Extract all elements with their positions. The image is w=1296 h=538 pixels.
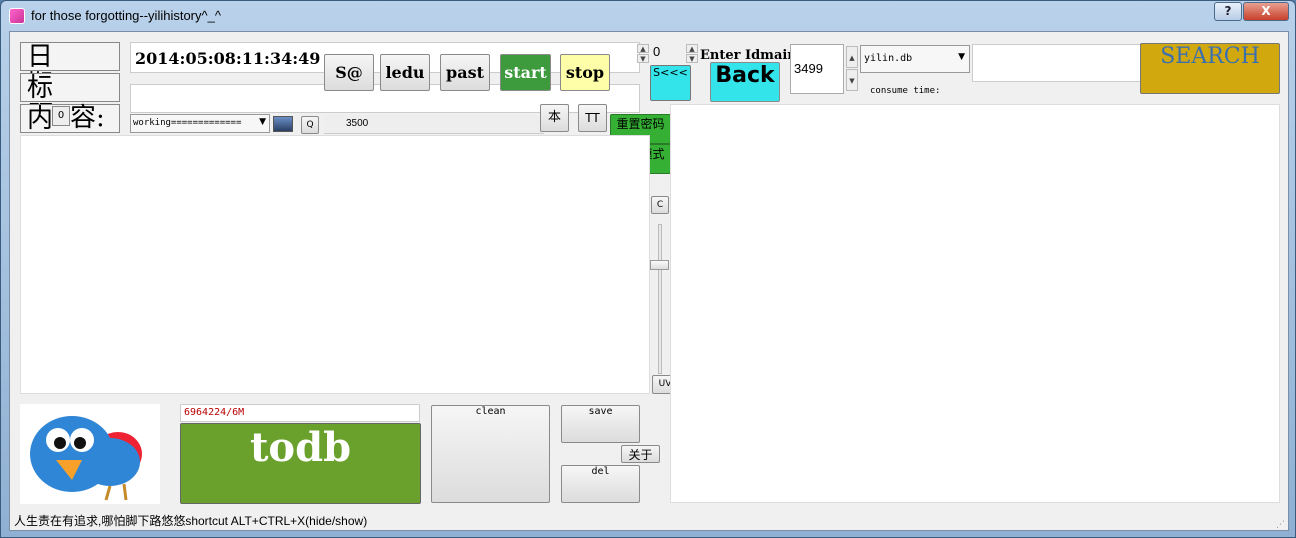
size-value: 6964224/6M xyxy=(184,407,245,418)
help-button[interactable]: ? xyxy=(1214,2,1242,21)
date-label: 日 期: xyxy=(20,42,120,99)
image-thumb-icon[interactable] xyxy=(273,116,293,132)
c-button[interactable]: C xyxy=(651,196,669,214)
content-zero-button[interactable]: 0 xyxy=(52,106,70,126)
back-button[interactable]: Back xyxy=(710,62,780,102)
client-area: 日 期: 标 题: 内 0 容: 2014:05:08:11:34:49 S@ … xyxy=(9,31,1289,531)
app-window: for those forgotting--yilihistory^_^ ? X… xyxy=(0,0,1296,538)
app-icon xyxy=(9,8,25,24)
start-button[interactable]: start xyxy=(500,54,551,91)
idmain-down-icon[interactable]: ▼ xyxy=(846,69,858,91)
bird-logo-icon xyxy=(20,404,160,504)
window-title: for those forgotting--yilihistory^_^ xyxy=(31,8,221,23)
about-button[interactable]: 关于 xyxy=(621,445,660,463)
idmain-input[interactable]: 3499 xyxy=(790,44,844,94)
results-pane[interactable] xyxy=(670,104,1280,503)
status-text: 人生责在有追求,哪怕脚下路悠悠shortcut ALT+CTRL+X(hide/… xyxy=(14,514,368,528)
s-at-button[interactable]: S@ xyxy=(324,54,374,91)
slider-track[interactable] xyxy=(658,224,662,374)
stop-button[interactable]: stop xyxy=(560,54,610,91)
ledu-button[interactable]: ledu xyxy=(380,54,430,91)
title-label: 标 题: xyxy=(20,73,120,130)
spin-value[interactable]: 0 xyxy=(653,44,660,59)
content-label-right: 容: xyxy=(70,103,105,133)
todb-button[interactable]: todb xyxy=(180,423,421,504)
size-field: 6964224/6M xyxy=(180,404,420,422)
consume-time-label: consume time: xyxy=(870,86,941,96)
q-button[interactable]: Q xyxy=(301,116,319,134)
date-value: 2014:05:08:11:34:49 xyxy=(135,49,321,68)
content-textarea[interactable] xyxy=(20,135,650,394)
spin2-up-icon[interactable]: ▲ xyxy=(686,44,698,53)
title-bar[interactable]: for those forgotting--yilihistory^_^ ? X xyxy=(1,1,1295,31)
spin-up-icon[interactable]: ▲ xyxy=(637,44,649,53)
past-button[interactable]: past xyxy=(440,54,490,91)
search-button[interactable]: SEARCH xyxy=(1140,43,1280,94)
tt-button[interactable]: TT xyxy=(578,104,607,132)
close-button[interactable]: X xyxy=(1243,2,1289,21)
chevron-down-icon: ▼ xyxy=(958,52,965,62)
working-select-value: working============= xyxy=(133,118,242,128)
idmain-value: 3499 xyxy=(794,61,823,76)
db-select-value: yilin.db xyxy=(864,53,913,64)
count-value: 3500 xyxy=(346,118,369,129)
working-select[interactable]: working============= ▼ xyxy=(130,114,270,133)
enter-idmain-label: Enter Idmain: xyxy=(700,48,802,63)
chevron-down-icon: ▼ xyxy=(259,117,266,127)
clean-button[interactable]: clean xyxy=(431,405,550,503)
ben-button[interactable]: 本 xyxy=(540,104,569,132)
spin-down-icon[interactable]: ▼ xyxy=(637,54,649,63)
slider-thumb[interactable] xyxy=(650,260,669,270)
save-button[interactable]: save xyxy=(561,405,640,443)
resize-grip-icon[interactable]: ⋰ xyxy=(1276,520,1285,530)
idmain-up-icon[interactable]: ▲ xyxy=(846,46,858,68)
db-select[interactable]: yilin.db ▼ xyxy=(860,45,970,73)
del-button[interactable]: del xyxy=(561,465,640,503)
search-input[interactable] xyxy=(972,44,1142,82)
spin2-down-icon[interactable]: ▼ xyxy=(686,54,698,63)
s-back-button[interactable]: S<<< xyxy=(650,65,691,101)
count-field: 3500 xyxy=(324,115,544,134)
